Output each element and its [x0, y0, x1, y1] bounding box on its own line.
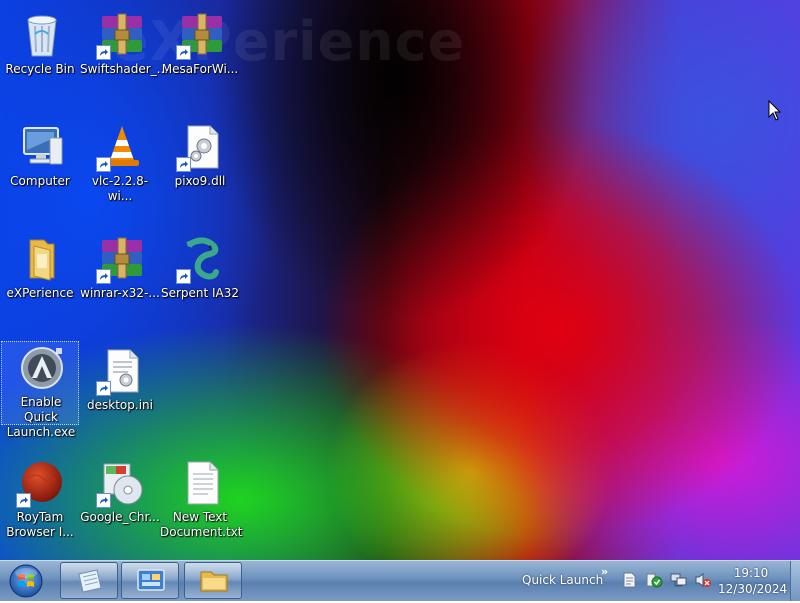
- desktop-icon-label: Enable Quick Launch.exe: [6, 395, 76, 439]
- desktop-icon-label: vlc-2.2.8-wi...: [91, 174, 149, 203]
- quick-launch-chevron[interactable]: »: [601, 565, 608, 578]
- desktop-icon-enable-quick-launch[interactable]: Enable Quick Launch.exe: [1, 341, 79, 439]
- browser-globe-icon: [16, 460, 64, 508]
- desktop-icon-label: winrar-x32-...: [80, 286, 160, 300]
- start-button[interactable]: [4, 563, 48, 599]
- desktop-icon-label: desktop.ini: [87, 398, 153, 412]
- desktop-icon-label: Serpent IA32: [160, 286, 240, 300]
- serpent-icon: [176, 236, 224, 284]
- taskbar-button-control-panel[interactable]: [121, 562, 179, 599]
- desktop-icon-swiftshader[interactable]: Swiftshader_...: [80, 6, 169, 86]
- desktop-icon-label: pixo9.dll: [174, 174, 226, 188]
- shortcut-arrow-icon: [96, 381, 111, 396]
- shortcut-arrow-icon: [96, 157, 111, 172]
- folder-icon: [200, 571, 228, 592]
- winrar-archive-icon: [176, 12, 224, 60]
- app-launcher-icon: [20, 346, 64, 392]
- quick-launch-toolbar[interactable]: Quick Launch: [522, 573, 603, 587]
- desktop-icon-experience-folder[interactable]: eXPerience: [0, 230, 80, 310]
- desktop-icon-label: Computer: [10, 174, 70, 188]
- mouse-cursor-icon: [768, 99, 782, 126]
- network-icon[interactable]: [670, 572, 688, 592]
- desktop-icon-recycle-bin[interactable]: Recycle Bin: [0, 6, 80, 86]
- security-shield-icon[interactable]: [645, 572, 663, 592]
- dll-file-icon: [176, 124, 224, 172]
- desktop-icon-label: Recycle Bin: [5, 62, 75, 76]
- desktop-icon-label: MesaForWi...: [161, 62, 239, 76]
- show-desktop-button[interactable]: [790, 561, 800, 601]
- winrar-archive-icon: [96, 12, 144, 60]
- notepad-window-icon: [78, 569, 102, 593]
- desktop-icon-label: Swiftshader_...: [80, 62, 169, 76]
- clock-time: 19:10: [733, 566, 769, 580]
- desktop-icon-winrar[interactable]: winrar-x32-...: [80, 230, 160, 310]
- config-file-icon: [96, 348, 144, 396]
- desktop-icon-vlc[interactable]: vlc-2.2.8-wi...: [80, 118, 160, 203]
- vlc-cone-icon: [96, 124, 144, 172]
- shortcut-arrow-icon: [96, 269, 111, 284]
- desktop-icon-desktop-ini[interactable]: desktop.ini: [80, 342, 160, 422]
- desktop-icon-computer[interactable]: Computer: [0, 118, 80, 198]
- winrar-archive-icon: [96, 236, 144, 284]
- clock-date: 12/30/2024: [718, 582, 788, 596]
- desktop-icon-label: RoyTam Browser I...: [6, 510, 74, 539]
- desktop-icon-label: eXPerience: [6, 286, 74, 300]
- desktop-icon-new-text-document[interactable]: New Text Document.txt: [160, 454, 243, 539]
- desktop-icon-pixo9-dll[interactable]: pixo9.dll: [160, 118, 240, 198]
- desktop-icon-label: Google_Chr...: [80, 510, 160, 524]
- document-tray-icon[interactable]: [622, 572, 636, 592]
- volume-muted-icon[interactable]: [694, 572, 712, 592]
- recycle-bin-icon: [20, 12, 64, 58]
- desktop[interactable]: eXPerience Recycle Bin Swiftshader_... M…: [0, 0, 800, 560]
- installer-disc-icon: [96, 460, 144, 508]
- desktop-icon-mesaforwindows[interactable]: MesaForWi...: [160, 6, 240, 86]
- shortcut-arrow-icon: [176, 269, 191, 284]
- desktop-icon-roytam-browser[interactable]: RoyTam Browser I...: [0, 454, 80, 539]
- taskbar: Quick Launch » 19:10 12/30/2024: [0, 560, 800, 601]
- taskbar-button-folder[interactable]: [184, 562, 242, 599]
- control-panel-icon: [137, 569, 165, 591]
- shortcut-arrow-icon: [16, 493, 31, 508]
- desktop-icon-google-chrome-installer[interactable]: Google_Chr...: [80, 454, 160, 534]
- shortcut-arrow-icon: [176, 45, 191, 60]
- computer-icon: [20, 124, 64, 170]
- taskbar-button-explorer[interactable]: [60, 562, 118, 599]
- desktop-icon-serpent-ia32[interactable]: Serpent IA32: [160, 230, 240, 310]
- shortcut-arrow-icon: [96, 493, 111, 508]
- folder-icon: [20, 236, 64, 282]
- text-file-icon: [180, 460, 224, 506]
- desktop-icon-label: New Text Document.txt: [160, 510, 243, 539]
- system-clock[interactable]: 19:10 12/30/2024: [718, 565, 788, 597]
- shortcut-arrow-icon: [176, 157, 191, 172]
- shortcut-arrow-icon: [96, 45, 111, 60]
